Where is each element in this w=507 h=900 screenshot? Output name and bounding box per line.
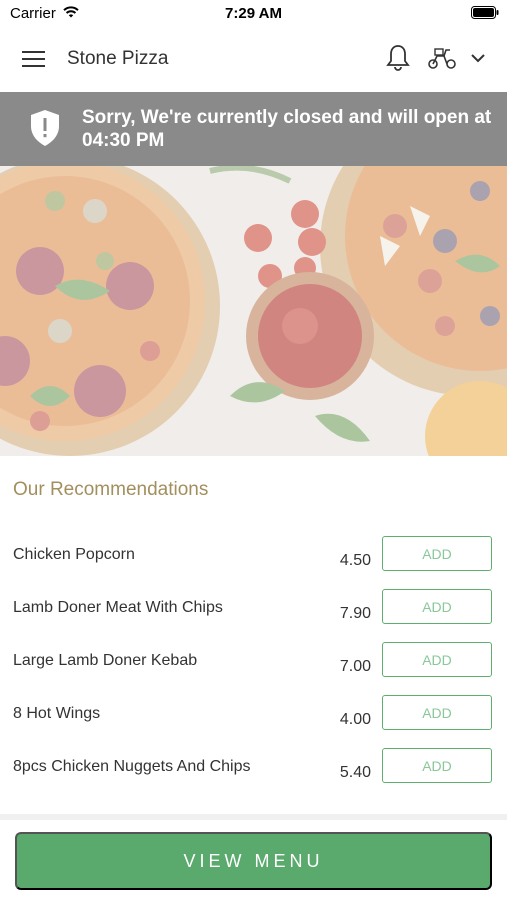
section-divider	[0, 814, 507, 820]
clock: 7:29 AM	[225, 5, 282, 22]
item-name: 8pcs Chicken Nuggets And Chips	[13, 758, 251, 775]
chevron-down-icon[interactable]	[470, 52, 486, 64]
item-name: Large Lamb Doner Kebab	[13, 652, 198, 669]
hero-image	[0, 166, 507, 456]
status-bar: Carrier 7:29 AM	[0, 0, 507, 26]
item-name: Chicken Popcorn	[13, 546, 135, 563]
view-menu-button[interactable]: VIEW MENU	[15, 832, 492, 890]
item-name: 8 Hot Wings	[13, 705, 101, 722]
add-button[interactable]: ADD	[382, 642, 492, 677]
add-button[interactable]: ADD	[382, 536, 492, 571]
pizza-illustration	[0, 166, 507, 456]
item-price: 7.90	[339, 605, 371, 622]
bell-icon[interactable]	[385, 44, 411, 72]
recommendations-title: Our Recommendations	[13, 479, 209, 500]
closed-message: Sorry, We're currently closed and will o…	[82, 107, 492, 151]
add-button[interactable]: ADD	[382, 695, 492, 730]
item-name: Lamb Doner Meat With Chips	[13, 599, 223, 616]
item-price: 7.00	[339, 658, 371, 675]
page-title: Stone Pizza	[67, 48, 169, 69]
battery-icon	[471, 6, 499, 19]
item-price: 4.00	[339, 711, 371, 728]
delivery-scooter-icon[interactable]	[427, 46, 457, 70]
add-button[interactable]: ADD	[382, 748, 492, 783]
item-price: 4.50	[339, 552, 371, 569]
app-header: Stone Pizza	[0, 26, 507, 92]
shield-icon	[31, 110, 59, 146]
hamburger-menu-icon[interactable]	[22, 50, 46, 68]
list-item: 8pcs Chicken Nuggets And Chips 5.40 ADD	[0, 748, 507, 811]
item-price: 5.40	[339, 764, 371, 781]
add-button[interactable]: ADD	[382, 589, 492, 624]
closed-banner: Sorry, We're currently closed and will o…	[0, 92, 507, 166]
